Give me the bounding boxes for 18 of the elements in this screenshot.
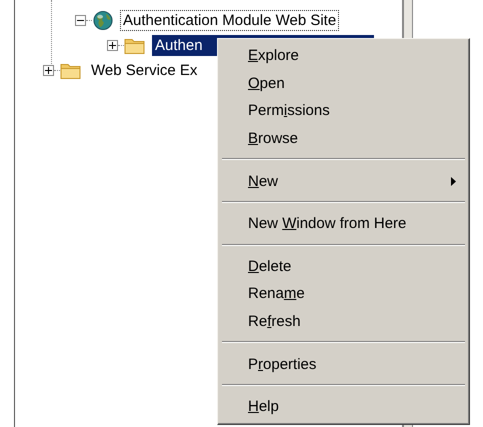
menu-item[interactable]: Browse bbox=[221, 124, 466, 152]
globe-icon bbox=[92, 10, 114, 31]
menu-item[interactable]: Refresh bbox=[221, 308, 466, 336]
menu-item[interactable]: New Window from Here bbox=[221, 210, 466, 238]
submenu-arrow-icon bbox=[451, 176, 456, 186]
menu-item[interactable]: Permissions bbox=[221, 97, 466, 125]
menu-item[interactable]: Explore bbox=[221, 42, 466, 70]
expander-icon[interactable] bbox=[107, 40, 118, 51]
menu-item[interactable]: Delete bbox=[221, 252, 466, 280]
menu-item[interactable]: Open bbox=[221, 70, 466, 98]
menu-item[interactable]: Properties bbox=[221, 350, 466, 378]
menu-item[interactable]: Rename bbox=[221, 280, 466, 308]
menu-item[interactable]: New bbox=[221, 167, 466, 195]
tree-item[interactable]: Authentication Module Web Site bbox=[120, 10, 340, 31]
expander-icon[interactable] bbox=[43, 65, 54, 76]
tree-item[interactable]: Web Service Ex bbox=[88, 60, 200, 81]
expander-icon[interactable] bbox=[75, 15, 86, 26]
menu-item[interactable]: Help bbox=[221, 392, 466, 421]
